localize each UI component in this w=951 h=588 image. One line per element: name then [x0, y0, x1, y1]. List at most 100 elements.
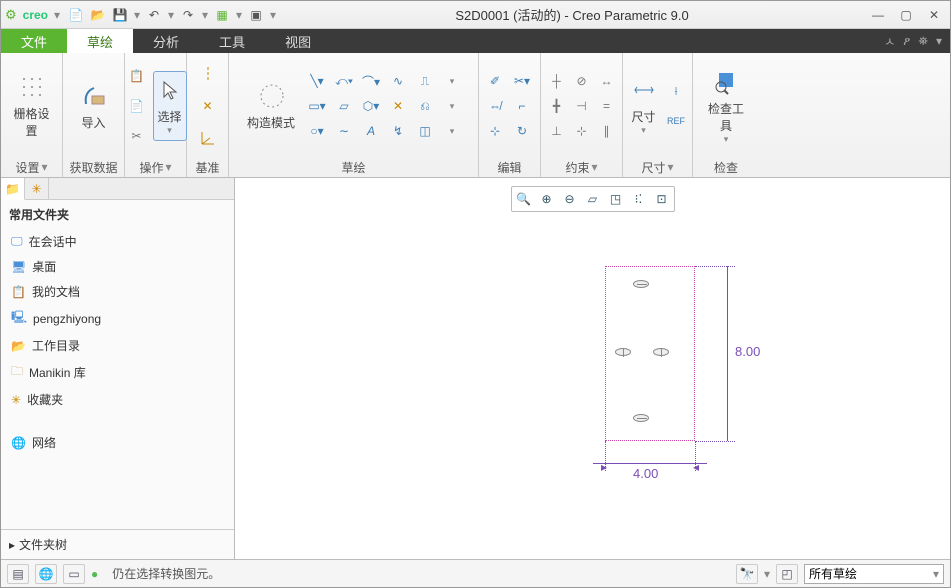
dimension-button[interactable]: 尺寸 ▾ [627, 71, 660, 141]
status-tree-icon[interactable]: ▤ [7, 564, 29, 584]
collapse-ribbon-icon[interactable]: ㅅ [884, 33, 895, 50]
sidebar-item-desktop[interactable]: 🖥桌面 [9, 254, 226, 279]
offset-drop-icon[interactable]: ▾ [440, 69, 464, 93]
horiz-icon[interactable]: ╋ [545, 94, 569, 118]
new-file-icon[interactable]: 📄 [66, 5, 86, 25]
tab-analysis[interactable]: 分析 [133, 29, 199, 53]
text-icon[interactable]: A [359, 119, 383, 143]
group-label-operate[interactable]: 操作▾ [129, 157, 182, 177]
fillet-icon[interactable]: ⌒▾ [359, 69, 383, 93]
windows-dropdown-icon[interactable]: ▾ [268, 5, 278, 25]
sidebar-tab-favorites[interactable]: ✳ [25, 178, 49, 199]
status-folder-icon[interactable]: ▭ [63, 564, 85, 584]
mid-icon[interactable]: ⊣ [570, 94, 594, 118]
tab-file[interactable]: 文件 [1, 29, 67, 53]
parallelogram-icon[interactable]: ▱ [332, 94, 356, 118]
palette-drop-icon[interactable]: ▾ [440, 119, 464, 143]
save-dropdown-icon[interactable]: ▾ [132, 5, 142, 25]
centerline-icon[interactable] [196, 62, 220, 86]
repaint-icon[interactable]: ▱ [582, 188, 604, 210]
mirror-icon[interactable]: ⇎ [483, 94, 507, 118]
tangent-icon[interactable]: ⊘ [570, 69, 594, 93]
divide-icon[interactable]: ⊹ [483, 119, 507, 143]
thicken-drop-icon[interactable]: ▾ [440, 94, 464, 118]
view-manager-icon[interactable]: ⊡ [651, 188, 673, 210]
arc-icon[interactable]: ⤺▾ [332, 69, 356, 93]
sidebar-item-workdir[interactable]: 📂工作目录 [9, 333, 226, 358]
inspect-button[interactable]: 检查工具 ▾ [702, 66, 750, 147]
offset-icon[interactable]: ⎍ [413, 69, 437, 93]
rect-icon[interactable]: ▭▾ [305, 94, 329, 118]
rotate-icon[interactable]: ↻ [510, 119, 534, 143]
sidebar-item-documents[interactable]: 📋我的文档 [9, 279, 226, 304]
windows-icon[interactable]: ▣ [246, 5, 266, 25]
sidebar-item-network[interactable]: 🌐网络 [9, 430, 226, 455]
equal-icon[interactable]: = [595, 94, 619, 118]
status-browser-icon[interactable]: 🌐 [35, 564, 57, 584]
group-label-dimension[interactable]: 尺寸▾ [627, 157, 688, 177]
trim-icon[interactable]: ✂▾ [510, 69, 534, 93]
open-file-icon[interactable]: 📂 [88, 5, 108, 25]
status-filter-combo[interactable]: 所有草绘▾ [804, 564, 944, 584]
spline-icon[interactable]: ∿ [386, 69, 410, 93]
sidebar-folder-tree[interactable]: ▸文件夹树 [1, 529, 234, 559]
ref-dim-icon[interactable]: REF [664, 109, 688, 133]
close-button[interactable]: ✕ [922, 5, 946, 25]
sidebar-item-user[interactable]: 🖳pengzhiyong [9, 304, 226, 333]
tab-tools[interactable]: 工具 [199, 29, 265, 53]
minimize-button[interactable]: — [866, 5, 890, 25]
sidebar-tab-folders[interactable]: 📁 [1, 178, 25, 200]
redo-dropdown-icon[interactable]: ▾ [200, 5, 210, 25]
regenerate-icon[interactable]: ▦ [212, 5, 232, 25]
tab-sketch[interactable]: 草绘 [67, 29, 133, 53]
status-find-icon[interactable]: 🔭 [736, 564, 758, 584]
copy-icon[interactable]: 📋 [125, 64, 149, 88]
status-selection-icon[interactable]: ◰ [776, 564, 798, 584]
sine-icon[interactable]: ∼ [332, 119, 356, 143]
chamfer-icon[interactable]: ⬡▾ [359, 94, 383, 118]
group-label-constrain[interactable]: 约束▾ [545, 157, 618, 177]
save-icon[interactable]: 💾 [110, 5, 130, 25]
find-dropdown-icon[interactable]: ▾ [764, 567, 770, 581]
coord-icon[interactable]: ↯ [386, 119, 410, 143]
sketch-symbol-1[interactable] [633, 280, 649, 288]
paste-icon[interactable]: 📄 [125, 94, 149, 118]
zoom-fit-icon[interactable]: 🔍 [513, 188, 535, 210]
point-icon[interactable]: ✕ [196, 94, 220, 118]
settings-gear-icon[interactable]: ⛯ [918, 34, 928, 49]
dim-width[interactable]: 4.00 [633, 466, 658, 481]
redo-icon[interactable]: ↷ [178, 5, 198, 25]
datum-display-icon[interactable]: ⁝⁚ [628, 188, 650, 210]
select-button[interactable]: 选择 ▾ [153, 71, 187, 141]
perp-icon[interactable]: ⊥ [545, 119, 569, 143]
vert-constrain-icon[interactable]: ┼ [545, 69, 569, 93]
sketch-symbol-2[interactable] [633, 414, 649, 422]
modify-icon[interactable]: ✐ [483, 69, 507, 93]
cross-icon[interactable]: ✕ [386, 94, 410, 118]
sketch-symbol-3[interactable] [615, 348, 631, 356]
sidebar-item-favorites[interactable]: ✳收藏夹 [9, 387, 226, 412]
parallel-icon[interactable]: ∥ [595, 119, 619, 143]
display-style-icon[interactable]: ◳ [605, 188, 627, 210]
thicken-icon[interactable]: ⎌ [413, 94, 437, 118]
regen-dropdown-icon[interactable]: ▾ [234, 5, 244, 25]
baseline-dim-icon[interactable]: ⟊ [664, 79, 688, 103]
sketch-symbol-4[interactable] [653, 348, 669, 356]
coincident-icon[interactable]: ⊹ [570, 119, 594, 143]
canvas[interactable]: 🔍 ⊕ ⊖ ▱ ◳ ⁝⁚ ⊡ 8.00 ▸ ◂ [235, 178, 950, 559]
line-icon[interactable]: ╲▾ [305, 69, 329, 93]
group-label-settings[interactable]: 设置▾ [5, 157, 58, 177]
palette-icon[interactable]: ◫ [413, 119, 437, 143]
sidebar-item-session[interactable]: 🖵在会话中 [9, 229, 226, 254]
coord-sys-icon[interactable] [196, 126, 220, 150]
tab-view[interactable]: 视图 [265, 29, 331, 53]
construct-mode-button[interactable]: 构造模式 [241, 71, 301, 141]
help-search-icon[interactable]: ዖ [903, 34, 910, 49]
zoom-in-icon[interactable]: ⊕ [536, 188, 558, 210]
dim-height[interactable]: 8.00 [735, 344, 760, 359]
sym-icon[interactable]: ↔ [595, 69, 619, 93]
grid-settings-button[interactable]: 栅格设置 [8, 71, 56, 141]
import-button[interactable]: 导入 [70, 71, 118, 141]
sidebar-item-manikin[interactable]: 🗀Manikin 库 [9, 358, 226, 387]
undo-dropdown-icon[interactable]: ▾ [166, 5, 176, 25]
